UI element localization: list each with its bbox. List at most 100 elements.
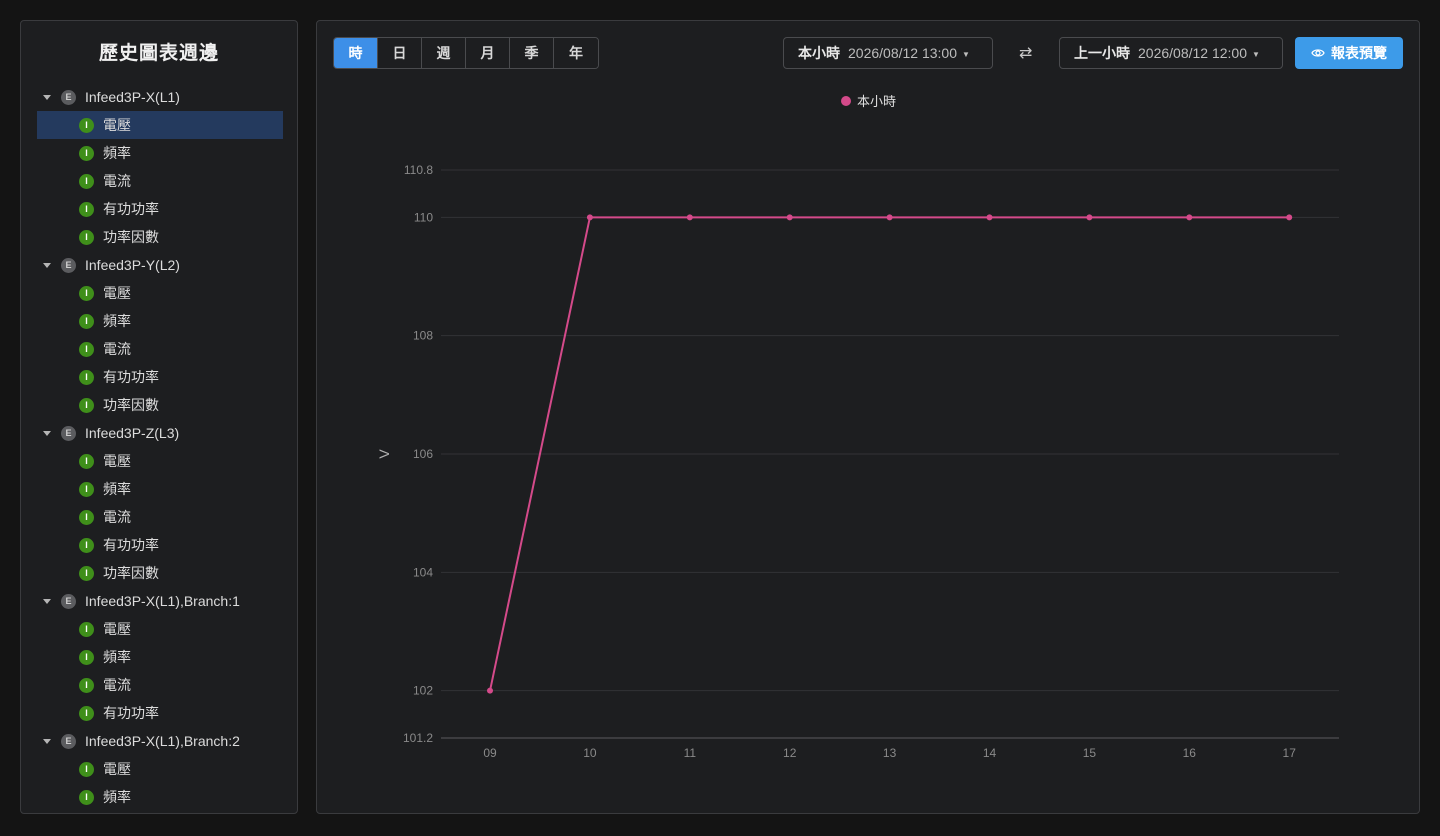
tree-item[interactable]: I 電壓 [37,615,283,643]
tree-group[interactable]: E Infeed3P-X(L1) [37,83,283,111]
tree-item-label: 頻率 [103,649,131,665]
tree-item[interactable]: I 電流 [37,335,283,363]
equipment-badge: E [61,257,76,273]
tree-item-label: 電流 [103,341,131,357]
tree-item-label: 有功功率 [103,537,159,553]
item-badge: I [79,649,94,665]
x-tick-label: 12 [783,746,797,760]
tree-item[interactable]: I 頻率 [37,475,283,503]
tree-item[interactable]: I 有功功率 [37,195,283,223]
tree-item[interactable]: I 功率因數 [37,391,283,419]
item-badge: I [79,173,94,189]
caret-down-icon[interactable] [43,431,51,436]
tree-item[interactable]: I 電壓 [37,755,283,783]
equipment-badge: E [61,89,76,105]
equipment-badge: E [61,593,76,609]
tree-item-label: 電壓 [103,285,131,301]
tree-group[interactable]: E Infeed3P-Y(L2) [37,251,283,279]
caret-down-icon[interactable] [43,739,51,744]
tree-item-label: 頻率 [103,481,131,497]
y-tick-label: 108 [413,329,433,343]
data-point [487,687,493,694]
item-badge: I [79,285,94,301]
data-point [1186,214,1193,221]
tree-item[interactable]: I 頻率 [37,783,283,811]
tree-item[interactable]: I 電流 [37,167,283,195]
caret-down-icon[interactable] [43,95,51,100]
tree-group-label: Infeed3P-X(L1) [85,89,180,105]
x-tick-label: 11 [684,746,697,760]
data-point [1086,214,1093,221]
tree-item-label: 電壓 [103,453,131,469]
device-tree: E Infeed3P-X(L1) I 電壓 I 頻率 I 電流 I 有功功率 I 功率因數 E Infee… [37,83,283,811]
tree-item-label: 功率因數 [103,565,159,581]
data-point [686,214,693,221]
tree-group-label: Infeed3P-Y(L2) [85,257,180,273]
tree-item[interactable]: I 功率因數 [37,223,283,251]
data-point [886,214,893,221]
y-tick-label: 104 [413,565,433,579]
x-tick-label: 16 [1183,746,1197,760]
x-tick-label: 09 [483,746,497,760]
tree-item[interactable]: I 有功功率 [37,363,283,391]
item-badge: I [79,145,94,161]
equipment-badge: E [61,733,76,749]
tree-item[interactable]: I 電流 [37,671,283,699]
tree-group[interactable]: E Infeed3P-X(L1),Branch:2 [37,727,283,755]
x-tick-label: 13 [883,746,897,760]
tree-group-label: Infeed3P-X(L1),Branch:2 [85,733,240,749]
item-badge: I [79,621,94,637]
x-tick-label: 10 [583,746,597,760]
item-badge: I [79,565,94,581]
tree-item[interactable]: I 頻率 [37,139,283,167]
tree-item-label: 有功功率 [103,201,159,217]
tree-item-label: 有功功率 [103,369,159,385]
tree-group-label: Infeed3P-Z(L3) [85,425,180,441]
tree-item[interactable]: I 電流 [37,503,283,531]
x-tick-label: 14 [983,746,997,760]
item-badge: I [79,481,94,497]
tree-item-label: 有功功率 [103,705,159,721]
item-badge: I [79,705,94,721]
item-badge: I [79,789,94,805]
y-tick-label: 110 [414,210,433,224]
sidebar-panel: 歷史圖表週邊 E Infeed3P-X(L1) I 電壓 I 頻率 I 電流 I 有功功率 I 功率因… [20,20,298,814]
tree-item-label: 功率因數 [103,397,159,413]
tree-item[interactable]: I 電壓 [37,279,283,307]
tree-item[interactable]: I 有功功率 [37,531,283,559]
y-tick-label: 106 [413,447,433,461]
tree-item[interactable]: I 電壓 [37,111,283,139]
item-badge: I [79,229,94,245]
item-badge: I [79,453,94,469]
tree-item-label: 電流 [103,677,131,693]
tree-item-label: 電流 [103,173,131,189]
item-badge: I [79,369,94,385]
caret-down-icon[interactable] [43,263,51,268]
item-badge: I [79,761,94,777]
tree-group[interactable]: E Infeed3P-X(L1),Branch:1 [37,587,283,615]
tree-item-label: 頻率 [103,789,131,805]
y-tick-label: 102 [413,684,433,698]
tree-item-label: 電壓 [103,761,131,777]
data-point [786,214,793,221]
item-badge: I [79,509,94,525]
data-point [986,214,993,221]
tree-item[interactable]: I 有功功率 [37,699,283,727]
tree-item[interactable]: I 電壓 [37,447,283,475]
item-badge: I [79,397,94,413]
x-tick-label: 15 [1083,746,1097,760]
data-point [586,214,593,221]
tree-item-label: 功率因數 [103,229,159,245]
item-badge: I [79,677,94,693]
tree-item[interactable]: I 功率因數 [37,559,283,587]
item-badge: I [79,341,94,357]
caret-down-icon[interactable] [43,599,51,604]
tree-group[interactable]: E Infeed3P-Z(L3) [37,419,283,447]
tree-item[interactable]: I 頻率 [37,643,283,671]
x-tick-label: 17 [1283,746,1297,760]
item-badge: I [79,117,94,133]
item-badge: I [79,537,94,553]
tree-item-label: 頻率 [103,313,131,329]
y-axis-title: V [376,449,392,459]
tree-item[interactable]: I 頻率 [37,307,283,335]
